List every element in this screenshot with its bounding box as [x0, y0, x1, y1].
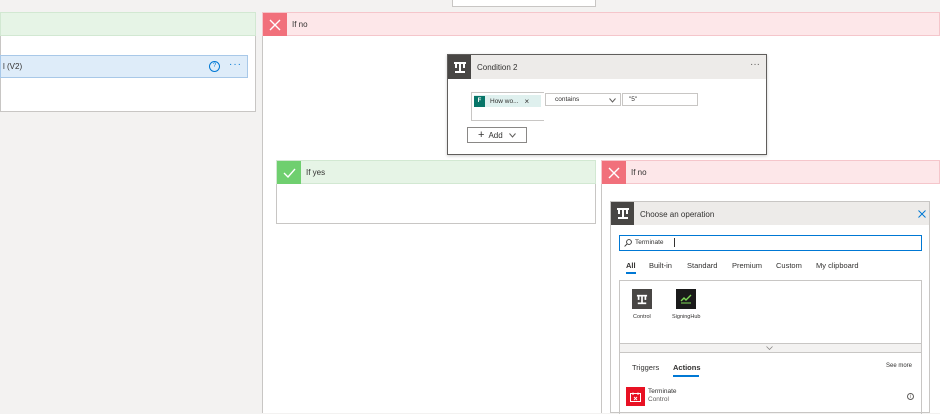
category-tabs: All Built-in Standard Premium Custom My …	[626, 261, 922, 275]
tab-built-in[interactable]: Built-in	[649, 261, 672, 270]
dynamic-token[interactable]: F How wo... ×	[474, 95, 541, 107]
info-icon[interactable]: i	[907, 393, 914, 400]
add-button[interactable]: + Add	[467, 127, 527, 143]
result-title: Terminate	[648, 388, 677, 395]
control-icon	[611, 202, 634, 225]
connectors-area: Control SigningHub	[619, 280, 922, 353]
add-label: Add	[488, 130, 503, 140]
search-icon	[624, 239, 632, 247]
condition-value: "5"	[629, 96, 638, 103]
panel-title: Choose an operation	[640, 210, 715, 219]
see-more-link[interactable]: See more	[886, 363, 912, 369]
left-action-title: l (V2)	[3, 62, 23, 71]
tab-standard[interactable]: Standard	[687, 261, 717, 270]
if-yes-label: If yes	[306, 168, 326, 177]
forms-icon: F	[474, 95, 485, 107]
subtab-actions[interactable]: Actions	[673, 363, 701, 372]
more-options-icon[interactable]: ···	[229, 59, 242, 70]
chevron-down-icon	[609, 98, 616, 103]
connector-control-label: Control	[633, 314, 651, 320]
control-icon	[632, 289, 652, 309]
condition-value-input[interactable]: "5"	[622, 93, 698, 106]
signinghub-icon	[676, 289, 696, 309]
outer-if-no-label: If no	[292, 20, 308, 29]
terminate-icon	[626, 387, 645, 406]
inner-if-no-label: If no	[631, 168, 647, 177]
operator-value: contains	[555, 96, 580, 103]
tab-my-clipboard[interactable]: My clipboard	[816, 261, 859, 270]
result-terminate[interactable]: Terminate Control i	[626, 387, 916, 407]
connector-control[interactable]: Control	[628, 289, 658, 325]
choose-operation-panel[interactable]: Choose an operation Terminate All Built-…	[610, 201, 930, 414]
tab-all[interactable]: All	[626, 261, 636, 270]
search-input[interactable]: Terminate	[619, 235, 922, 251]
check-icon	[277, 161, 301, 184]
if-yes-body	[276, 184, 596, 224]
results-area: Triggers Actions See more Terminate Cont…	[619, 353, 922, 414]
subtab-triggers[interactable]: Triggers	[632, 363, 659, 372]
condition-title: Condition 2	[477, 63, 518, 72]
tab-custom[interactable]: Custom	[776, 261, 802, 270]
chevron-down-icon	[766, 346, 773, 350]
close-icon	[263, 13, 287, 36]
condition-more-icon[interactable]: ···	[750, 59, 760, 70]
left-action-card[interactable]: l (V2) ? ···	[0, 55, 248, 78]
outer-if-no-header: If no	[262, 12, 940, 36]
condition-header[interactable]: Condition 2 ···	[448, 55, 766, 79]
operator-select[interactable]: contains	[545, 93, 621, 106]
chevron-down-icon	[508, 132, 516, 138]
left-if-yes-header	[0, 12, 256, 36]
top-card-edge	[452, 0, 596, 7]
inner-if-no-header: If no	[601, 160, 940, 184]
result-subtitle: Control	[648, 396, 669, 403]
condition-token-field[interactable]: F How wo... ×	[471, 92, 544, 121]
close-icon	[602, 161, 626, 184]
tab-all-underline	[626, 272, 636, 274]
panel-header: Choose an operation	[611, 202, 929, 225]
collapse-bar[interactable]	[620, 343, 921, 352]
condition-card[interactable]: Condition 2 ··· F How wo... × contains "…	[447, 54, 767, 155]
token-label: How wo...	[490, 97, 519, 105]
close-icon[interactable]	[918, 210, 926, 218]
help-icon[interactable]: ?	[209, 61, 220, 72]
condition-icon	[448, 55, 471, 79]
tab-premium[interactable]: Premium	[732, 261, 762, 270]
connector-signinghub-label: SigningHub	[672, 314, 701, 320]
token-remove-icon[interactable]: ×	[525, 97, 530, 106]
connector-signinghub[interactable]: SigningHub	[660, 289, 700, 325]
subtab-actions-underline	[673, 375, 699, 377]
if-yes-header: If yes	[276, 160, 596, 184]
text-cursor	[674, 238, 675, 247]
search-value: Terminate	[635, 239, 664, 246]
plus-icon: +	[478, 129, 485, 141]
